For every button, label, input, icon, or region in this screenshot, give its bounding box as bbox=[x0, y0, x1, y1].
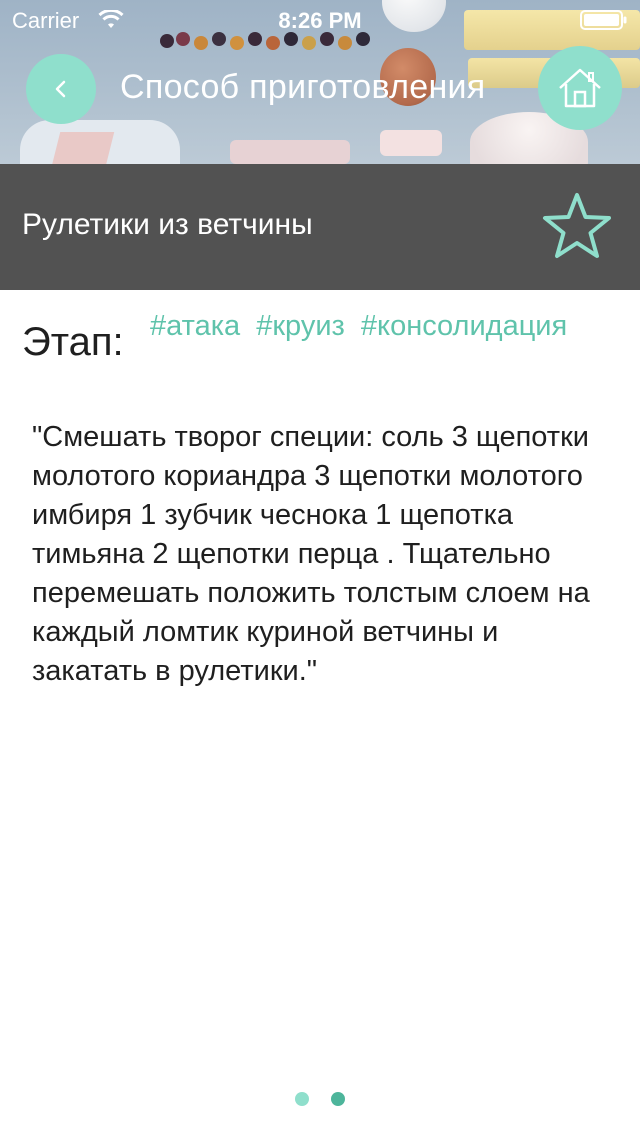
recipe-step-screen: Carrier 8:26 PM Способ приготовления Рул… bbox=[0, 0, 640, 1136]
tag-attack[interactable]: #атака bbox=[150, 310, 240, 342]
recipe-title-bar: Рулетики из ветчины bbox=[0, 164, 640, 290]
page-dot-1[interactable] bbox=[295, 1092, 309, 1106]
status-bar: Carrier 8:26 PM bbox=[0, 0, 640, 40]
tag-consolidation[interactable]: #консолидация bbox=[361, 310, 567, 342]
status-time: 8:26 PM bbox=[278, 8, 362, 33]
page-title: Способ приготовления bbox=[120, 68, 486, 106]
photo-decoration bbox=[380, 130, 442, 156]
photo-decoration bbox=[51, 132, 115, 164]
home-icon bbox=[559, 68, 601, 108]
recipe-title: Рулетики из ветчины bbox=[22, 208, 313, 241]
chevron-left-icon bbox=[55, 80, 66, 98]
favorite-star-icon[interactable] bbox=[540, 190, 614, 264]
page-indicator[interactable] bbox=[0, 1092, 640, 1106]
step-description: "Смешать творог специи: соль 3 щепотки м… bbox=[32, 421, 590, 687]
tag-cruise[interactable]: #круиз bbox=[256, 310, 345, 342]
stage-label: Этап: bbox=[22, 320, 124, 364]
home-button[interactable] bbox=[538, 46, 622, 130]
back-button[interactable] bbox=[26, 54, 96, 124]
photo-decoration bbox=[230, 140, 350, 164]
page-dot-2[interactable] bbox=[331, 1092, 345, 1106]
battery-icon bbox=[580, 10, 627, 30]
phase-tags: #атака #круиз #консолидация bbox=[150, 310, 567, 343]
